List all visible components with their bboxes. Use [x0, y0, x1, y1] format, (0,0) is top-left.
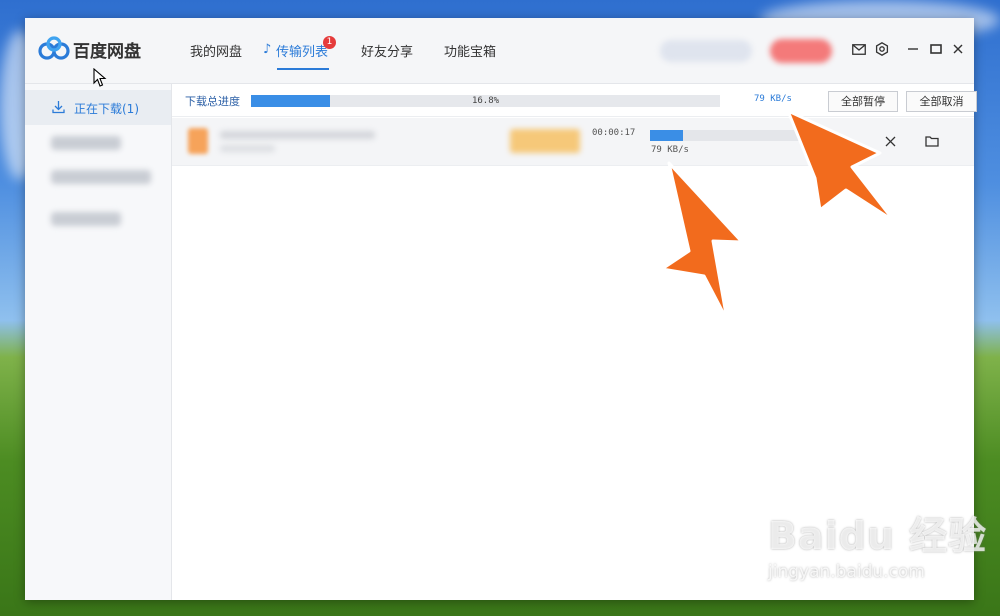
- task-speed: 79 KB/s: [651, 145, 689, 155]
- app-name: 百度网盘: [73, 42, 141, 62]
- download-icon: [52, 101, 65, 114]
- sidebar: 正在下载(1): [25, 84, 172, 600]
- total-progress-bar: 16.8%: [251, 95, 720, 107]
- close-icon[interactable]: [949, 40, 967, 58]
- total-progress-percent: 16.8%: [471, 96, 500, 106]
- settings-icon[interactable]: [873, 40, 891, 58]
- file-name: [220, 131, 375, 139]
- user-account-area[interactable]: [660, 40, 752, 62]
- transfer-list-panel: 下载总进度 16.8% 79 KB/s 全部暂停 全部取消 00:00:17 7…: [172, 84, 977, 600]
- tab-transfer-list[interactable]: 传输列表: [276, 41, 328, 60]
- mail-icon[interactable]: [850, 40, 868, 58]
- minimize-icon[interactable]: [904, 40, 922, 58]
- sidebar-item-label: 正在下载(1): [74, 102, 139, 116]
- download-task-row[interactable]: 00:00:17 79 KB/s: [172, 118, 974, 166]
- pause-all-button[interactable]: 全部暂停: [828, 91, 898, 112]
- total-progress-label: 下载总进度: [185, 95, 240, 108]
- vip-button[interactable]: [770, 39, 832, 63]
- sidebar-item-completed[interactable]: [51, 170, 151, 184]
- cancel-all-button[interactable]: 全部取消: [906, 91, 977, 112]
- transfer-count-badge: 1: [323, 36, 336, 49]
- tab-friend-share[interactable]: 好友分享: [361, 41, 413, 60]
- total-speed: 79 KB/s: [754, 94, 792, 104]
- cancel-task-close-icon[interactable]: [881, 132, 899, 150]
- music-note-icon: ♪: [263, 42, 272, 57]
- task-progress-bar: [650, 130, 800, 141]
- tab-toolbox[interactable]: 功能宝箱: [444, 41, 496, 60]
- sidebar-item-downloading[interactable]: 正在下载(1): [25, 90, 171, 125]
- sidebar-item-other[interactable]: [51, 212, 121, 226]
- baidu-cloud-logo-icon: [38, 36, 70, 60]
- active-tab-underline: [277, 68, 329, 70]
- task-progress-fill: [650, 130, 683, 141]
- title-bar: 百度网盘 我的网盘 ♪ 传输列表 1 好友分享 功能宝箱: [25, 18, 974, 84]
- remaining-time: 00:00:17: [592, 128, 636, 138]
- file-type-icon: [188, 128, 208, 154]
- open-folder-icon[interactable]: [923, 132, 941, 150]
- tab-my-netdisk[interactable]: 我的网盘: [190, 41, 242, 60]
- sidebar-item-uploading[interactable]: [51, 136, 121, 150]
- mouse-cursor-icon: [93, 68, 107, 87]
- file-size: [220, 145, 275, 152]
- maximize-icon[interactable]: [927, 40, 945, 58]
- download-summary-bar: 下载总进度 16.8% 79 KB/s 全部暂停 全部取消: [172, 84, 977, 117]
- task-status-tag: [510, 129, 580, 153]
- baidu-netdisk-window: 百度网盘 我的网盘 ♪ 传输列表 1 好友分享 功能宝箱 正在下载(1) 下载总…: [25, 18, 977, 600]
